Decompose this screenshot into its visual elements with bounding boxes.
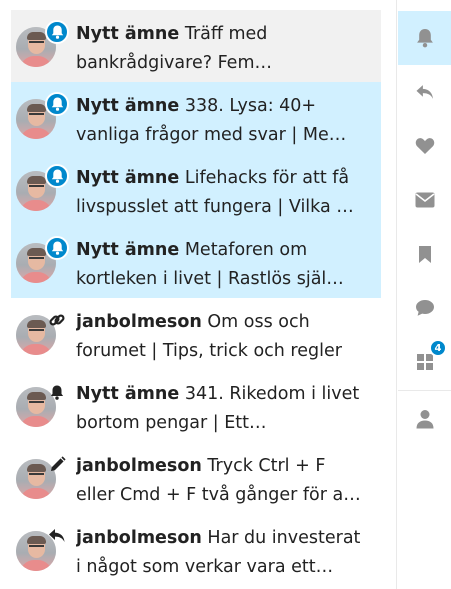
- notification-title: Lifehacks för att få: [184, 168, 350, 188]
- bell-icon: [45, 380, 69, 404]
- notification-title-continued: i något som verkar vara ett…: [76, 557, 334, 577]
- bookmark-icon: [419, 245, 431, 263]
- notification-item[interactable]: janbolmeson Om oss och forumet | Tips, t…: [11, 298, 381, 370]
- notification-title: Har du investerat: [207, 528, 361, 548]
- notification-username: Nytt ämne: [76, 24, 180, 44]
- bell-icon: [45, 236, 69, 260]
- bell-icon: [45, 164, 69, 188]
- heart-icon: [415, 138, 435, 154]
- avatar: [16, 314, 65, 355]
- avatar: [16, 529, 65, 571]
- notification-username: Nytt ämne: [76, 168, 180, 188]
- notification-title: Om oss och: [207, 312, 310, 332]
- avatar: [16, 20, 69, 67]
- notification-username: janbolmeson: [76, 456, 202, 476]
- bell-icon: [417, 29, 433, 48]
- notification-title-continued: kortleken i livet | Rastlös själ…: [76, 269, 344, 289]
- notification-title: 341. Rikedom i livet: [184, 384, 360, 404]
- user-menu-sidebar: 4: [396, 0, 451, 589]
- notification-username: Nytt ämne: [76, 384, 180, 404]
- user-icon: [416, 410, 434, 429]
- notification-item[interactable]: janbolmeson Har du investerat i något so…: [11, 514, 381, 586]
- chat-channels-tab[interactable]: 4: [398, 335, 451, 389]
- avatar: [16, 164, 69, 211]
- notification-list: Nytt ämne Träff med bankrådgivare? Fem… …: [11, 10, 381, 586]
- notification-username: Nytt ämne: [76, 240, 180, 260]
- notification-title: 338. Lysa: 40+: [184, 96, 317, 116]
- messages-tab[interactable]: [398, 173, 451, 227]
- notification-title: Träff med: [184, 24, 268, 44]
- notification-title-continued: eller Cmd + F två gånger för a…: [76, 485, 361, 505]
- profile-tab[interactable]: [398, 392, 451, 446]
- notification-username: janbolmeson: [76, 528, 202, 548]
- chat-tab[interactable]: [398, 281, 451, 335]
- sidebar-divider: [398, 390, 451, 391]
- chat-bubble-icon: [416, 300, 434, 316]
- notification-title: Tryck Ctrl + F: [207, 456, 326, 476]
- notification-title-continued: bankrådgivare? Fem…: [76, 53, 272, 73]
- reply-icon: [416, 84, 433, 99]
- bookmarks-tab[interactable]: [398, 227, 451, 281]
- notification-username: janbolmeson: [76, 312, 202, 332]
- avatar: [16, 236, 69, 283]
- notification-title-continued: livspusslet att fungera | Vilka …: [76, 197, 354, 217]
- pencil-icon: [45, 452, 69, 476]
- bell-icon: [45, 92, 69, 116]
- avatar: [16, 92, 69, 139]
- notification-title: Metaforen om: [184, 240, 308, 260]
- notification-item[interactable]: Nytt ämne Lifehacks för att få livspussl…: [11, 154, 381, 226]
- link-icon: [45, 308, 69, 332]
- notification-item[interactable]: Nytt ämne Metaforen om kortleken i livet…: [11, 226, 381, 298]
- notification-item[interactable]: Nytt ämne 338. Lysa: 40+ vanliga frågor …: [11, 82, 381, 154]
- likes-tab[interactable]: [398, 119, 451, 173]
- envelope-icon: [415, 192, 435, 208]
- notification-title-continued: bortom pengar | Ett…: [76, 413, 267, 433]
- notification-title-continued: forumet | Tips, trick och regler: [76, 341, 342, 361]
- notification-item[interactable]: janbolmeson Tryck Ctrl + F eller Cmd + F…: [11, 442, 381, 514]
- bell-icon: [45, 20, 69, 44]
- avatar: [16, 455, 66, 499]
- notification-username: Nytt ämne: [76, 96, 180, 116]
- reply-icon: [45, 524, 69, 548]
- grid-icon: [417, 354, 433, 370]
- notification-item[interactable]: Nytt ämne Träff med bankrådgivare? Fem…: [11, 10, 381, 82]
- notification-title-continued: vanliga frågor med svar | Me…: [76, 125, 347, 145]
- avatar: [16, 385, 64, 427]
- unread-count-badge: 4: [429, 339, 447, 357]
- replies-tab[interactable]: [398, 65, 451, 119]
- notification-item[interactable]: Nytt ämne 341. Rikedom i livet bortom pe…: [11, 370, 381, 442]
- notifications-tab[interactable]: [398, 11, 451, 65]
